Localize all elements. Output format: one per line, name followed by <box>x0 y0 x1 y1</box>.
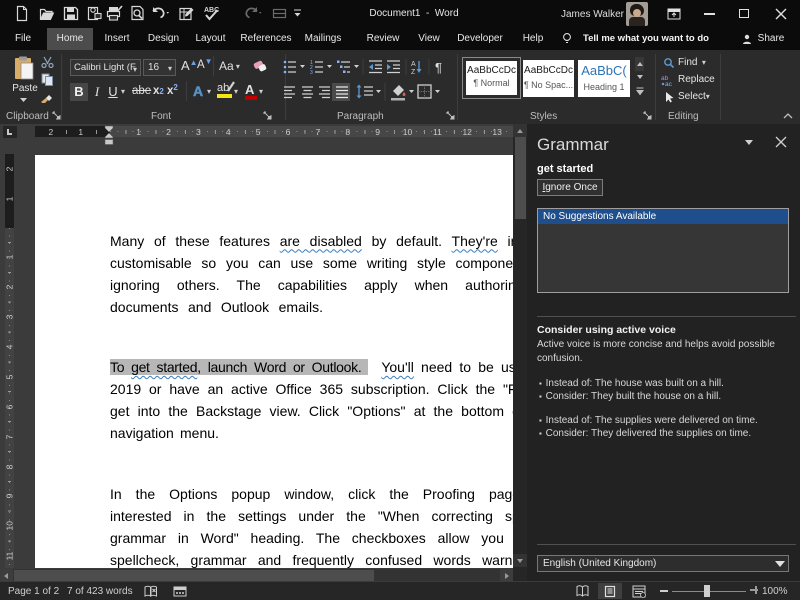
svg-text:Z: Z <box>411 69 416 75</box>
svg-text:A: A <box>411 61 416 68</box>
svg-text:¶: ¶ <box>435 60 442 75</box>
svg-text:ac: ac <box>665 81 673 87</box>
svg-text:3: 3 <box>310 70 313 75</box>
